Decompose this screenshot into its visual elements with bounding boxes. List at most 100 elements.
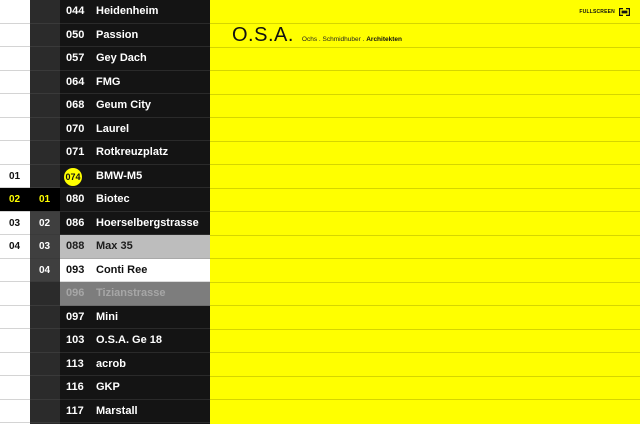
subtitle-names: Ochs . Schmidhuber . bbox=[301, 36, 367, 43]
project-item[interactable]: 103 O.S.A. Ge 18 bbox=[60, 329, 210, 353]
project-item[interactable]: 080 Biotec bbox=[60, 188, 210, 212]
project-name: Max 35 bbox=[96, 240, 133, 252]
project-item[interactable]: 068 Geum City bbox=[60, 94, 210, 118]
project-item-selected[interactable]: 074 BMW-M5 bbox=[60, 165, 210, 188]
project-number: 113 bbox=[66, 357, 84, 370]
divider bbox=[210, 399, 640, 400]
project-number: 086 bbox=[66, 216, 85, 229]
project-item[interactable]: 088 Max 35 bbox=[60, 235, 210, 259]
index-item-04[interactable]: 04 bbox=[0, 235, 30, 259]
project-item[interactable]: 116 GKP bbox=[60, 376, 210, 400]
index-row bbox=[30, 306, 60, 329]
index-row bbox=[0, 259, 30, 282]
project-number: 070 bbox=[66, 122, 85, 135]
subindex-item-02[interactable]: 02 bbox=[30, 211, 60, 235]
project-number: 064 bbox=[66, 75, 85, 88]
index-row bbox=[30, 400, 60, 423]
divider bbox=[210, 305, 640, 306]
project-name: Laurel bbox=[96, 122, 130, 135]
index-row bbox=[30, 94, 60, 118]
index-item-03[interactable]: 03 bbox=[0, 212, 30, 235]
project-number: 117 bbox=[66, 404, 84, 417]
index-row bbox=[30, 47, 60, 71]
divider bbox=[210, 281, 640, 283]
project-number: 088 bbox=[66, 240, 85, 252]
subindex-item-04[interactable]: 04 bbox=[30, 258, 60, 282]
subtitle-architekten: Architekten bbox=[366, 36, 402, 43]
brand[interactable]: O.S.A. Ochs . Schmidhuber . Architekten bbox=[232, 24, 402, 47]
project-number: 068 bbox=[66, 99, 85, 111]
index-row bbox=[0, 71, 30, 94]
project-name: BMW-M5 bbox=[96, 169, 143, 182]
fullscreen-button[interactable]: FULLSCREEN bbox=[579, 8, 630, 16]
project-name: O.S.A. Ge 18 bbox=[96, 334, 163, 346]
index-row bbox=[30, 329, 60, 353]
index-row bbox=[30, 141, 60, 165]
project-list: 044 Heidenheim 050 Passion 057 Gey Dach … bbox=[60, 0, 210, 424]
project-item[interactable]: 064 FMG bbox=[60, 71, 210, 94]
project-number: 093 bbox=[66, 263, 85, 276]
subindex-item-01[interactable]: 01 bbox=[30, 188, 60, 212]
divider bbox=[210, 140, 640, 142]
project-name: Geum City bbox=[96, 99, 152, 111]
divider bbox=[210, 375, 640, 377]
index-row bbox=[0, 0, 30, 24]
project-item[interactable]: 117 Marstall bbox=[60, 400, 210, 423]
project-item[interactable]: 113 acrob bbox=[60, 353, 210, 376]
project-number-badge: 074 bbox=[64, 167, 82, 186]
project-item[interactable]: 070 Laurel bbox=[60, 118, 210, 141]
index-row bbox=[0, 329, 30, 353]
index-row bbox=[30, 71, 60, 94]
company-subtitle: Ochs . Schmidhuber . Architekten bbox=[302, 36, 402, 43]
project-item[interactable]: 071 Rotkreuzplatz bbox=[60, 141, 210, 165]
project-item[interactable]: 057 Gey Dach bbox=[60, 47, 210, 71]
project-item[interactable]: 050 Passion bbox=[60, 24, 210, 47]
project-item-disabled[interactable]: 096 Tizianstrasse bbox=[60, 282, 210, 306]
index-row bbox=[0, 306, 30, 329]
project-name: Passion bbox=[96, 28, 139, 41]
project-number: 096 bbox=[66, 287, 85, 299]
project-name: Marstall bbox=[96, 404, 138, 417]
index-row bbox=[0, 94, 30, 118]
divider bbox=[210, 234, 640, 236]
subindex-item-03[interactable]: 03 bbox=[30, 235, 60, 259]
index-item-01[interactable]: 01 bbox=[0, 165, 30, 188]
project-name: GKP bbox=[96, 381, 120, 393]
index-row bbox=[30, 282, 60, 306]
divider bbox=[210, 117, 640, 118]
divider bbox=[210, 352, 640, 353]
project-name: acrob bbox=[96, 357, 126, 370]
project-number: 057 bbox=[66, 52, 85, 64]
divider bbox=[210, 258, 640, 259]
divider bbox=[210, 164, 640, 165]
index-row bbox=[0, 47, 30, 71]
divider bbox=[210, 211, 640, 212]
project-number: 103 bbox=[66, 334, 85, 346]
index-column-secondary: 01 02 03 04 bbox=[30, 0, 60, 424]
project-name: Hoerselbergstrasse bbox=[96, 216, 199, 229]
index-row bbox=[30, 165, 60, 188]
project-number: 080 bbox=[66, 193, 85, 205]
content-area: O.S.A. Ochs . Schmidhuber . Architekten … bbox=[210, 0, 640, 424]
index-row bbox=[0, 141, 30, 165]
project-item-hovered[interactable]: 093 Conti Ree bbox=[60, 258, 210, 282]
fullscreen-icon bbox=[619, 8, 630, 16]
project-name: Gey Dach bbox=[96, 52, 147, 64]
project-number: 044 bbox=[66, 5, 85, 17]
index-column-primary: 01 02 03 04 bbox=[0, 0, 30, 424]
index-item-02[interactable]: 02 bbox=[0, 188, 30, 212]
project-number: 050 bbox=[66, 28, 85, 41]
divider bbox=[210, 70, 640, 71]
project-item[interactable]: 086 Hoerselbergstrasse bbox=[60, 212, 210, 235]
project-item[interactable]: 097 Mini bbox=[60, 306, 210, 329]
project-number: 097 bbox=[66, 310, 85, 323]
project-number: 116 bbox=[66, 381, 84, 393]
project-name: Conti Ree bbox=[96, 263, 148, 276]
project-name: Biotec bbox=[96, 193, 130, 205]
project-name: Rotkreuzplatz bbox=[96, 146, 169, 158]
divider bbox=[210, 187, 640, 189]
project-number: 071 bbox=[66, 146, 85, 158]
index-row bbox=[0, 282, 30, 306]
divider bbox=[210, 328, 640, 330]
project-item[interactable]: 044 Heidenheim bbox=[60, 0, 210, 24]
